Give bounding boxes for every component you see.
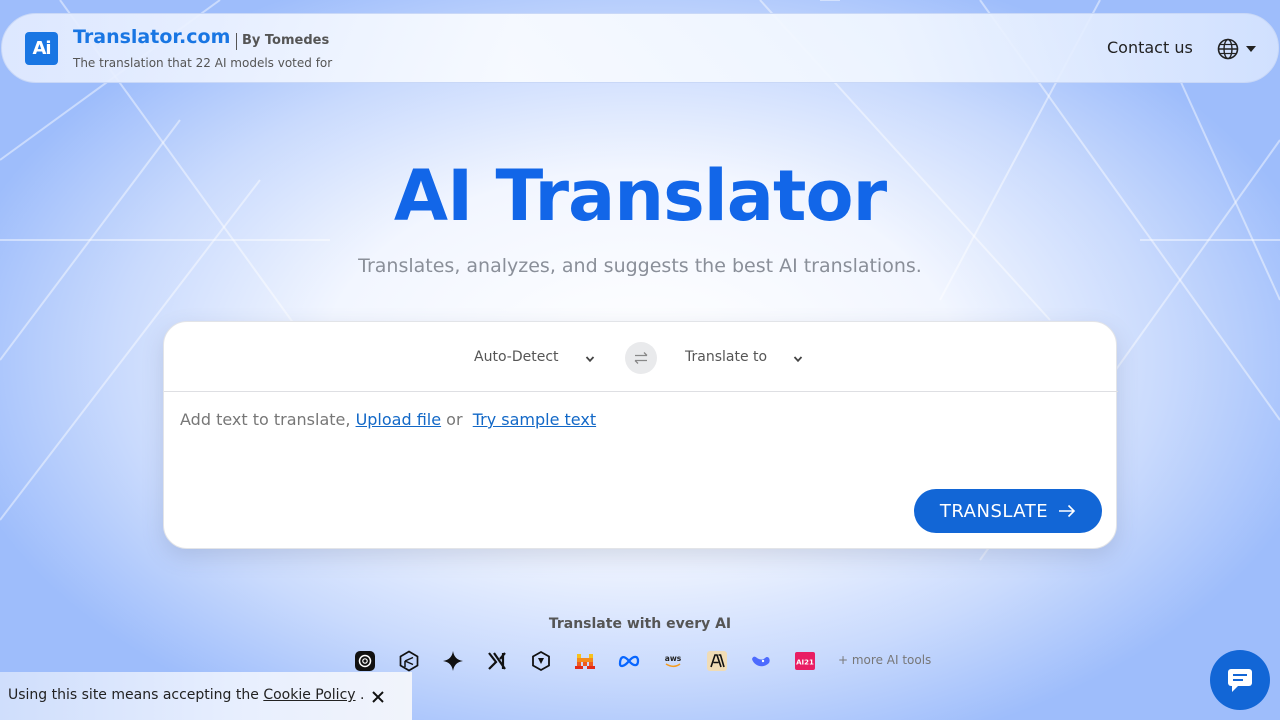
brand-tagline: The translation that 22 AI models voted …: [73, 56, 333, 70]
chevron-down-icon[interactable]: [584, 353, 596, 365]
upload-file-link[interactable]: Upload file: [356, 410, 442, 429]
brand-by-label: By Tomedes: [242, 33, 330, 48]
chat-bubble-icon: [1228, 669, 1252, 692]
chevron-down-icon[interactable]: [792, 353, 804, 365]
site-header: Ai Translator.com By Tomedes The transla…: [1, 13, 1279, 83]
page-subtitle: Translates, analyzes, and suggests the b…: [358, 255, 922, 277]
contact-us-link[interactable]: Contact us: [1107, 38, 1193, 57]
aws-icon[interactable]: aws: [662, 650, 684, 672]
source-language-select[interactable]: Auto-Detect: [474, 349, 559, 365]
perplexity-icon[interactable]: [398, 650, 420, 672]
close-icon[interactable]: [371, 690, 385, 704]
cookie-banner: Using this site means accepting the Cook…: [0, 672, 412, 720]
gemini-icon[interactable]: [442, 650, 464, 672]
translate-button[interactable]: TRANSLATE: [914, 489, 1102, 533]
qwen-icon[interactable]: [530, 650, 552, 672]
swap-arrows-icon: [634, 352, 648, 364]
mistral-icon[interactable]: [574, 650, 596, 672]
cookie-period: .: [360, 687, 365, 703]
translator-card: Auto-Detect Translate to Add text to tra…: [163, 321, 1118, 549]
brand-divider: [236, 33, 237, 50]
source-text-input[interactable]: Add text to translate, Upload file or Tr…: [180, 410, 596, 429]
chat-widget-button[interactable]: [1210, 650, 1270, 710]
try-sample-text-link[interactable]: Try sample text: [473, 410, 596, 429]
svg-text:AI21: AI21: [796, 659, 814, 667]
cookie-policy-link[interactable]: Cookie Policy: [263, 687, 355, 703]
more-ai-tools-link[interactable]: + more AI tools: [838, 653, 931, 667]
svg-text:aws: aws: [665, 654, 682, 663]
arrow-right-icon: [1059, 504, 1076, 518]
globe-icon[interactable]: [1217, 38, 1239, 60]
caret-down-icon[interactable]: [1245, 43, 1257, 55]
meta-icon[interactable]: [618, 650, 640, 672]
brand-logo[interactable]: Ai: [25, 32, 58, 65]
ai21-icon[interactable]: AI21: [794, 650, 816, 672]
translate-button-label: TRANSLATE: [939, 500, 1049, 522]
ai-tools-title: Translate with every AI: [548, 616, 732, 632]
input-prompt: Add text to translate,: [180, 410, 351, 429]
page-title: AI Translator: [393, 155, 887, 237]
anthropic-icon[interactable]: [706, 650, 728, 672]
deepseek-icon[interactable]: [750, 650, 772, 672]
target-language-select[interactable]: Translate to: [685, 349, 767, 365]
grok-icon[interactable]: [486, 650, 508, 672]
cookie-message: Using this site means accepting the: [8, 687, 259, 703]
swap-languages-button[interactable]: [625, 342, 657, 374]
brand-name[interactable]: Translator.com: [73, 26, 230, 48]
language-bar: Auto-Detect Translate to: [164, 322, 1118, 392]
chatgpt-icon[interactable]: [354, 650, 376, 672]
or-text: or: [446, 410, 463, 429]
cookie-text: Using this site means accepting the Cook…: [8, 687, 364, 703]
